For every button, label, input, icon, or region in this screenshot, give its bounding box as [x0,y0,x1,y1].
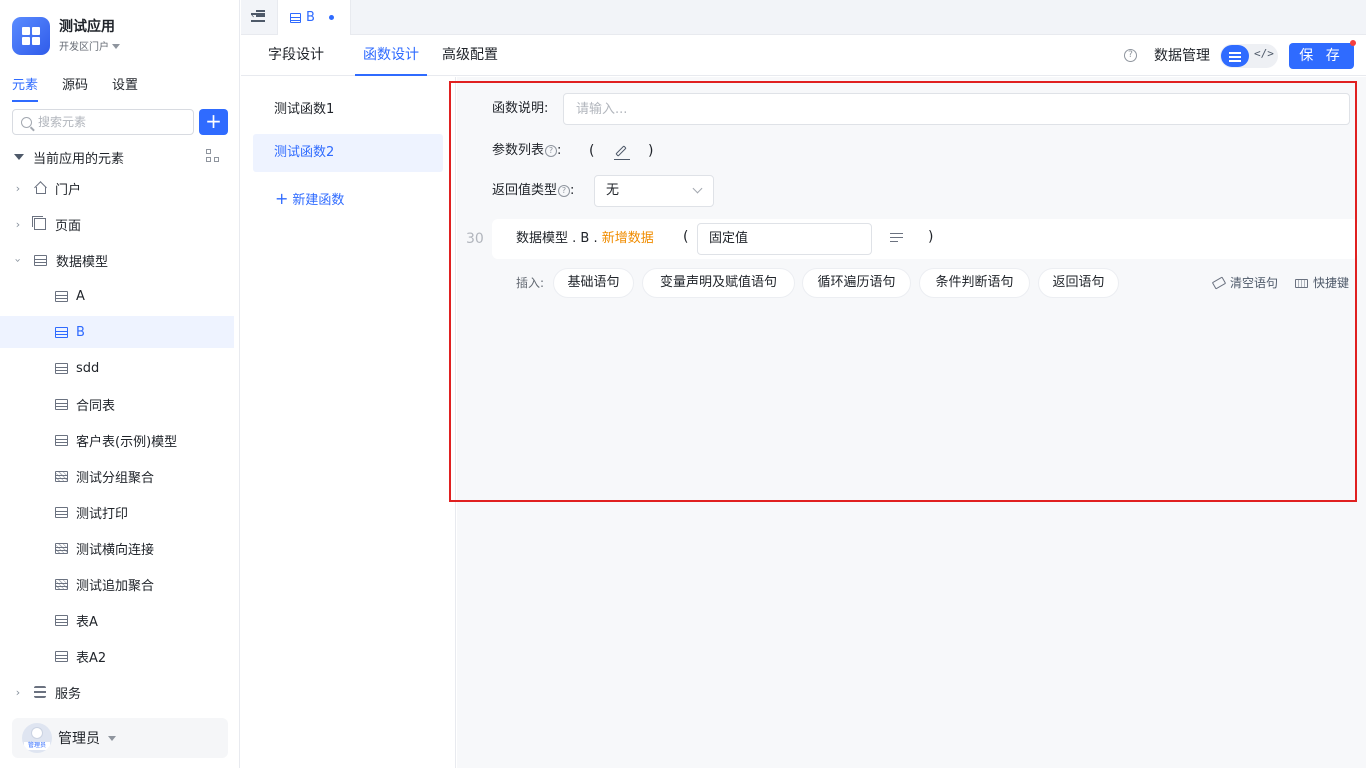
tree-item-model-table-a[interactable]: 表A [0,604,234,636]
view-mode-switch[interactable]: </> [1220,44,1278,68]
tree-item-portal[interactable]: › 门户 [0,172,234,204]
plus-icon: + [275,189,289,208]
table-icon [55,614,68,626]
function-list: 测试函数1 测试函数2 + 新建函数 [241,77,456,768]
tree-item-service[interactable]: › 服务 [0,676,234,708]
chevron-down-icon[interactable]: › [12,250,25,270]
save-button-label: 保 存 [1299,48,1344,64]
triangle-down-icon [14,154,24,160]
open-tab-label: B [306,10,315,25]
tree-item-label: 页面 [55,218,82,234]
tab-function-design[interactable]: 函数设计 [355,36,427,76]
tree-item-label: 表A [76,614,98,630]
new-function-label: 新建函数 [292,193,345,208]
caret-down-icon [108,735,116,741]
collapse-sidebar-icon[interactable]: ‹ [251,10,265,22]
tree-item-model-customer[interactable]: 客户表(示例)模型 [0,424,234,456]
tree-item-label: 测试打印 [76,506,129,522]
tree-item-model-print[interactable]: 测试打印 [0,496,234,528]
function-item-1[interactable]: 测试函数1 [253,91,443,129]
tree-item-label: 测试横向连接 [76,542,155,558]
table-icon [55,362,68,374]
table-icon [55,326,68,338]
tree-item-label: 客户表(示例)模型 [76,434,178,450]
tree-item-page[interactable]: › 页面 [0,208,234,240]
table-icon [55,650,68,662]
tree-root[interactable]: 当前应用的元素 [14,147,228,167]
code-icon[interactable]: </> [1254,47,1274,60]
caret-down-icon [112,44,120,49]
table-icon [55,290,68,302]
tree-item-label: 门户 [55,182,82,198]
table-icon [55,398,68,410]
tree-item-label: 数据模型 [56,254,109,270]
search-input[interactable] [38,115,188,129]
table-icon [55,434,68,446]
tree-item-model-table-a2[interactable]: 表A2 [0,640,234,672]
tab-advanced-config[interactable]: 高级配置 [442,36,498,76]
tab-settings[interactable]: 设置 [112,76,138,102]
add-element-button[interactable]: + [199,109,228,135]
notification-dot-icon [1350,40,1356,46]
tab-bar: ‹ B [241,0,1366,35]
settings-sliders-icon[interactable] [1221,45,1249,67]
aggregate-table-icon [55,578,68,590]
new-function-button[interactable]: + 新建函数 [275,189,344,211]
tab-field-design[interactable]: 字段设计 [268,36,324,76]
portal-name: 开发区门户 [59,41,109,53]
portal-selector[interactable]: 开发区门户 [59,40,120,56]
app-logo-icon [12,17,50,55]
avatar: 管理员 [22,723,52,753]
chevron-right-icon[interactable]: › [8,182,28,195]
tree-item-label: 合同表 [76,398,116,414]
function-item-2[interactable]: 测试函数2 [253,134,443,172]
sidebar-tabs: 元素 源码 设置 [12,76,162,102]
search-box [12,109,194,135]
tree-item-model-append[interactable]: 测试追加聚合 [0,568,234,600]
save-button[interactable]: 保 存 [1289,40,1356,69]
data-management-label[interactable]: 数据管理 [1154,46,1210,66]
unsaved-dot-icon [328,15,334,20]
tree-tool-icon[interactable] [206,149,220,163]
user-name: 管理员 [58,731,100,747]
tree-root-label: 当前应用的元素 [33,151,125,167]
tree-item-model-join[interactable]: 测试横向连接 [0,532,234,564]
tree-item-data-model[interactable]: › 数据模型 [0,244,234,276]
table-icon [34,254,47,266]
aggregate-table-icon [55,470,68,482]
table-icon [55,506,68,518]
tree-item-label: 测试追加聚合 [76,578,155,594]
tree-item-model-group-agg[interactable]: 测试分组聚合 [0,460,234,492]
app-header[interactable]: 测试应用 开发区门户 [12,14,120,58]
sidebar: 测试应用 开发区门户 元素 源码 设置 + 当前应用的元素 › 门户 › 页面 … [0,0,240,768]
avatar-tag: 管理员 [24,742,50,750]
service-icon [34,686,46,698]
tree-item-label: B [76,324,85,340]
tree-item-label: 表A2 [76,650,107,666]
help-icon[interactable]: ? [1124,49,1137,62]
tree-item-label: sdd [76,360,100,376]
app-name: 测试应用 [59,18,115,35]
chevron-right-icon[interactable]: › [8,686,28,699]
open-tab-b[interactable]: B [277,0,351,35]
aggregate-table-icon [55,542,68,554]
table-icon [290,12,301,23]
search-icon [21,116,32,128]
tree-item-label: A [76,288,85,304]
tree-item-model-b[interactable]: B [0,316,234,348]
tree-item-model-a[interactable]: A [0,280,234,312]
home-icon [34,182,46,194]
page-icon [32,216,46,230]
highlight-box [449,81,1357,502]
tree-item-label: 测试分组聚合 [76,470,155,486]
tree-item-label: 服务 [55,686,82,702]
tree-item-model-contract[interactable]: 合同表 [0,388,234,420]
chevron-right-icon[interactable]: › [8,218,28,231]
tab-source[interactable]: 源码 [62,76,88,102]
tree-item-model-sdd[interactable]: sdd [0,352,234,384]
user-menu[interactable]: 管理员 管理员 [12,718,228,758]
tab-elements[interactable]: 元素 [12,76,39,102]
design-tabs-bar: 字段设计 函数设计 高级配置 ? 数据管理 </> 保 存 [241,36,1366,76]
